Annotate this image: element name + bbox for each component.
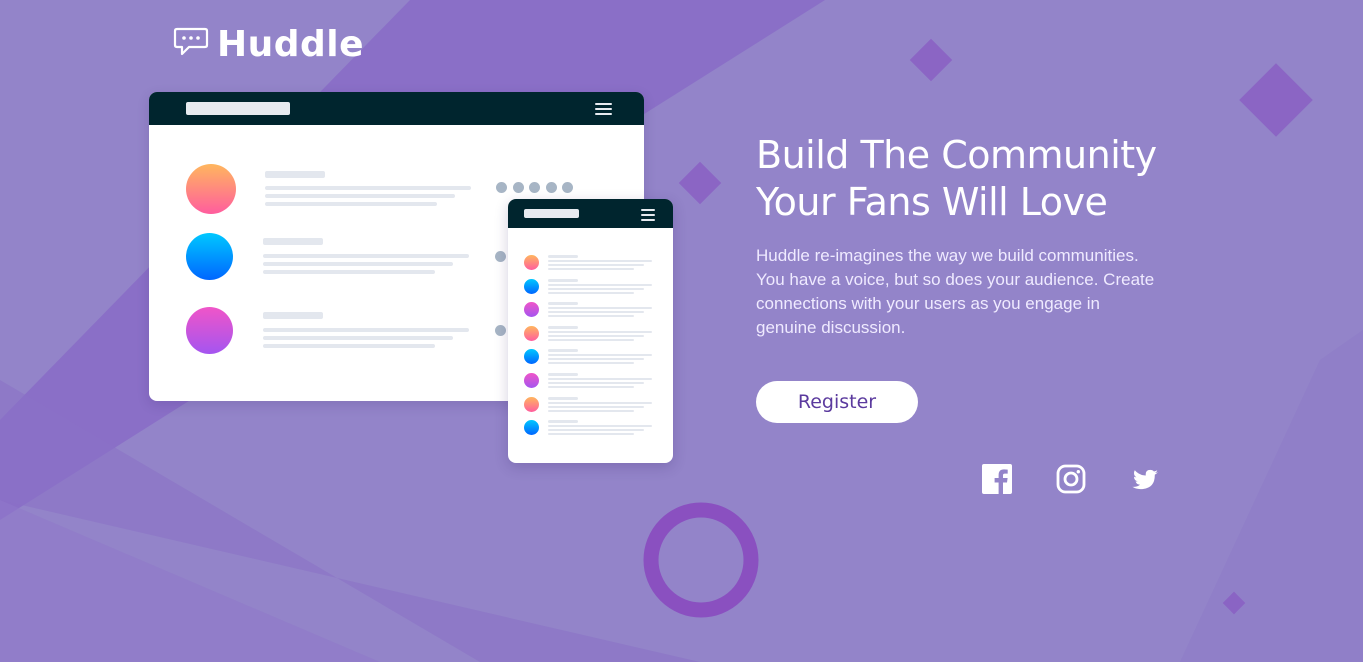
avatar (186, 233, 233, 280)
placeholder-line (548, 325, 578, 329)
placeholder-line (265, 194, 455, 198)
placeholder-line (548, 278, 578, 282)
avatar (524, 325, 539, 341)
placeholder-line (548, 307, 652, 310)
avatar (186, 307, 233, 354)
placeholder-line (265, 202, 437, 206)
placeholder-line (265, 186, 471, 190)
placeholder-line (548, 315, 634, 318)
mockup-header-bar (149, 92, 644, 125)
placeholder-line (548, 330, 652, 333)
placeholder-line (548, 401, 652, 404)
avatar (524, 373, 539, 388)
avatar (524, 255, 539, 270)
avatar (524, 420, 539, 436)
placeholder-line (263, 344, 435, 348)
placeholder-line (263, 336, 453, 340)
placeholder-line (548, 386, 634, 388)
placeholder-line (548, 354, 652, 357)
placeholder-line (548, 255, 578, 258)
mockup-title-placeholder (524, 209, 579, 218)
hero-title-line1: Build The Community (756, 133, 1157, 177)
placeholder-line (548, 291, 634, 294)
placeholder-line (548, 311, 644, 314)
placeholder-line (548, 362, 634, 365)
placeholder-line (263, 312, 323, 319)
avatar (524, 302, 539, 318)
brand-logo[interactable]: Huddle (173, 24, 364, 65)
brand-name: Huddle (217, 24, 365, 65)
placeholder-line (548, 302, 578, 306)
placeholder-line (548, 349, 578, 353)
avatar (524, 396, 539, 412)
mobile-mockup-illustration (508, 199, 673, 463)
status-dot (496, 182, 507, 193)
placeholder-line (548, 358, 644, 361)
placeholder-line (548, 382, 644, 384)
avatar (186, 164, 236, 214)
placeholder-line (548, 433, 634, 436)
placeholder-line (548, 338, 634, 341)
placeholder-line (263, 270, 435, 274)
placeholder-line (548, 264, 644, 266)
hero-title-line2: Your Fans Will Love (756, 180, 1108, 224)
placeholder-line (265, 171, 325, 178)
hero-title: Build The Community Your Fans Will Love (756, 132, 1176, 226)
placeholder-line (548, 334, 644, 337)
placeholder-line (548, 268, 634, 270)
speech-bubble-icon (173, 26, 209, 63)
placeholder-line (263, 328, 469, 332)
placeholder-line (263, 262, 453, 266)
status-dot (495, 251, 506, 262)
placeholder-line (263, 238, 323, 245)
hamburger-icon (641, 209, 655, 224)
status-dot (529, 182, 540, 193)
placeholder-line (548, 260, 652, 262)
twitter-icon[interactable] (1130, 464, 1162, 494)
status-dot (562, 182, 573, 193)
placeholder-line (548, 420, 578, 424)
hamburger-icon (595, 103, 612, 118)
facebook-icon[interactable] (982, 464, 1012, 494)
placeholder-line (548, 425, 652, 428)
avatar (524, 349, 539, 365)
status-dot (495, 325, 506, 336)
register-button[interactable]: Register (756, 381, 918, 423)
placeholder-line (548, 378, 652, 380)
mockup-header-bar (508, 199, 673, 228)
hero-description: Huddle re-imagines the way we build comm… (756, 246, 1155, 337)
placeholder-line (548, 287, 644, 290)
instagram-icon[interactable] (1056, 464, 1086, 494)
status-dot (546, 182, 557, 193)
placeholder-line (548, 405, 644, 408)
status-dot (513, 182, 524, 193)
placeholder-line (548, 373, 578, 376)
placeholder-line (548, 409, 634, 412)
placeholder-line (548, 396, 578, 400)
placeholder-line (548, 283, 652, 286)
avatar (524, 278, 539, 294)
placeholder-line (548, 429, 644, 432)
hero-section: Build The Community Your Fans Will Love … (756, 132, 1176, 340)
mockup-title-placeholder (186, 102, 290, 115)
placeholder-line (263, 254, 469, 258)
